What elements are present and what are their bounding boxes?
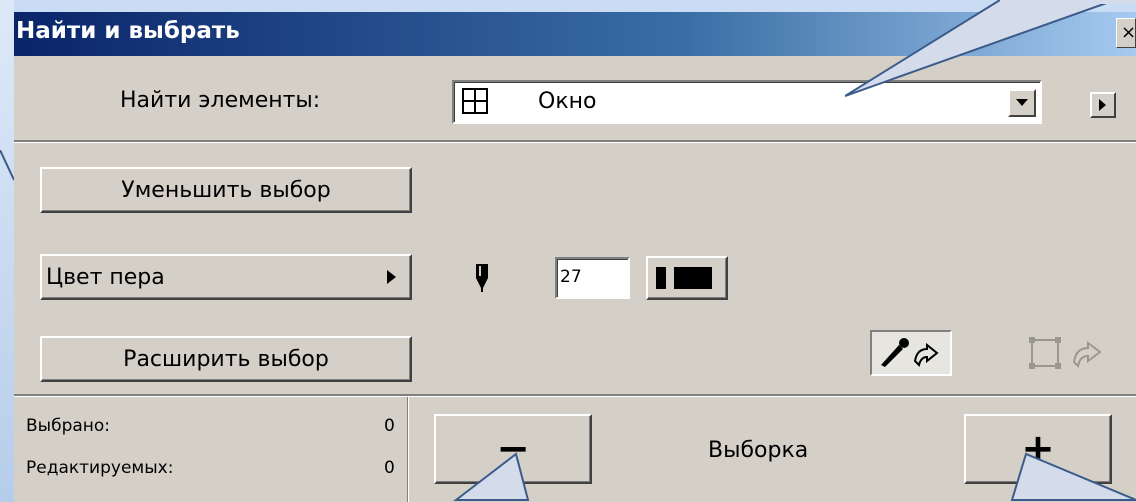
pen-color-swatch: [674, 267, 712, 289]
chevron-down-icon: [1016, 99, 1028, 106]
divider: [14, 140, 1136, 143]
selected-count-value: 0: [384, 416, 395, 436]
pen-color-label: Цвет пера: [46, 265, 165, 290]
dialog-title: Найти и выбрать: [16, 18, 240, 44]
dropdown-button[interactable]: [1008, 89, 1036, 117]
minus-icon: −: [496, 426, 530, 472]
eyedropper-transfer-button[interactable]: [870, 330, 952, 376]
find-elements-label: Найти элементы:: [120, 88, 321, 113]
expand-selection-button[interactable]: Расширить выбор: [40, 336, 412, 382]
find-select-dialog: Найти и выбрать × Найти элементы: Окно У…: [14, 12, 1136, 502]
editable-count-value: 0: [384, 458, 395, 478]
window-grid-icon: [462, 88, 488, 118]
marquee-transfer-button[interactable]: [1018, 330, 1122, 376]
element-type-value: Окно: [538, 89, 597, 114]
divider: [14, 394, 1136, 397]
chevron-right-icon: [387, 270, 396, 284]
pen-number-field[interactable]: 27: [555, 257, 630, 299]
reduce-selection-button[interactable]: Уменьшить выбор: [40, 167, 412, 213]
callout-pointer-left: [0, 150, 14, 181]
element-type-select[interactable]: Окно: [452, 80, 1042, 124]
plus-icon: +: [1021, 426, 1055, 472]
add-selection-button[interactable]: +: [964, 414, 1112, 484]
pen-icon: [474, 264, 490, 296]
stats-divider: [407, 397, 409, 502]
editable-count-label: Редактируемых:: [26, 458, 174, 478]
expand-options-button[interactable]: [1090, 92, 1116, 118]
pen-color-swatch-button[interactable]: [646, 256, 728, 300]
selection-label: Выборка: [708, 438, 809, 463]
title-bar[interactable]: Найти и выбрать ×: [14, 12, 1136, 56]
pen-line-sample: [656, 267, 666, 289]
marquee-transfer-icon: [1029, 337, 1102, 369]
chevron-right-icon: [1099, 99, 1106, 111]
eyedropper-transfer-icon: [881, 338, 939, 367]
subtract-selection-button[interactable]: −: [434, 414, 592, 484]
pen-color-button[interactable]: Цвет пера: [40, 254, 412, 300]
close-button[interactable]: ×: [1116, 18, 1136, 48]
pen-number-value: 27: [560, 267, 582, 287]
page-background: [0, 0, 14, 502]
selected-count-label: Выбрано:: [26, 416, 111, 436]
